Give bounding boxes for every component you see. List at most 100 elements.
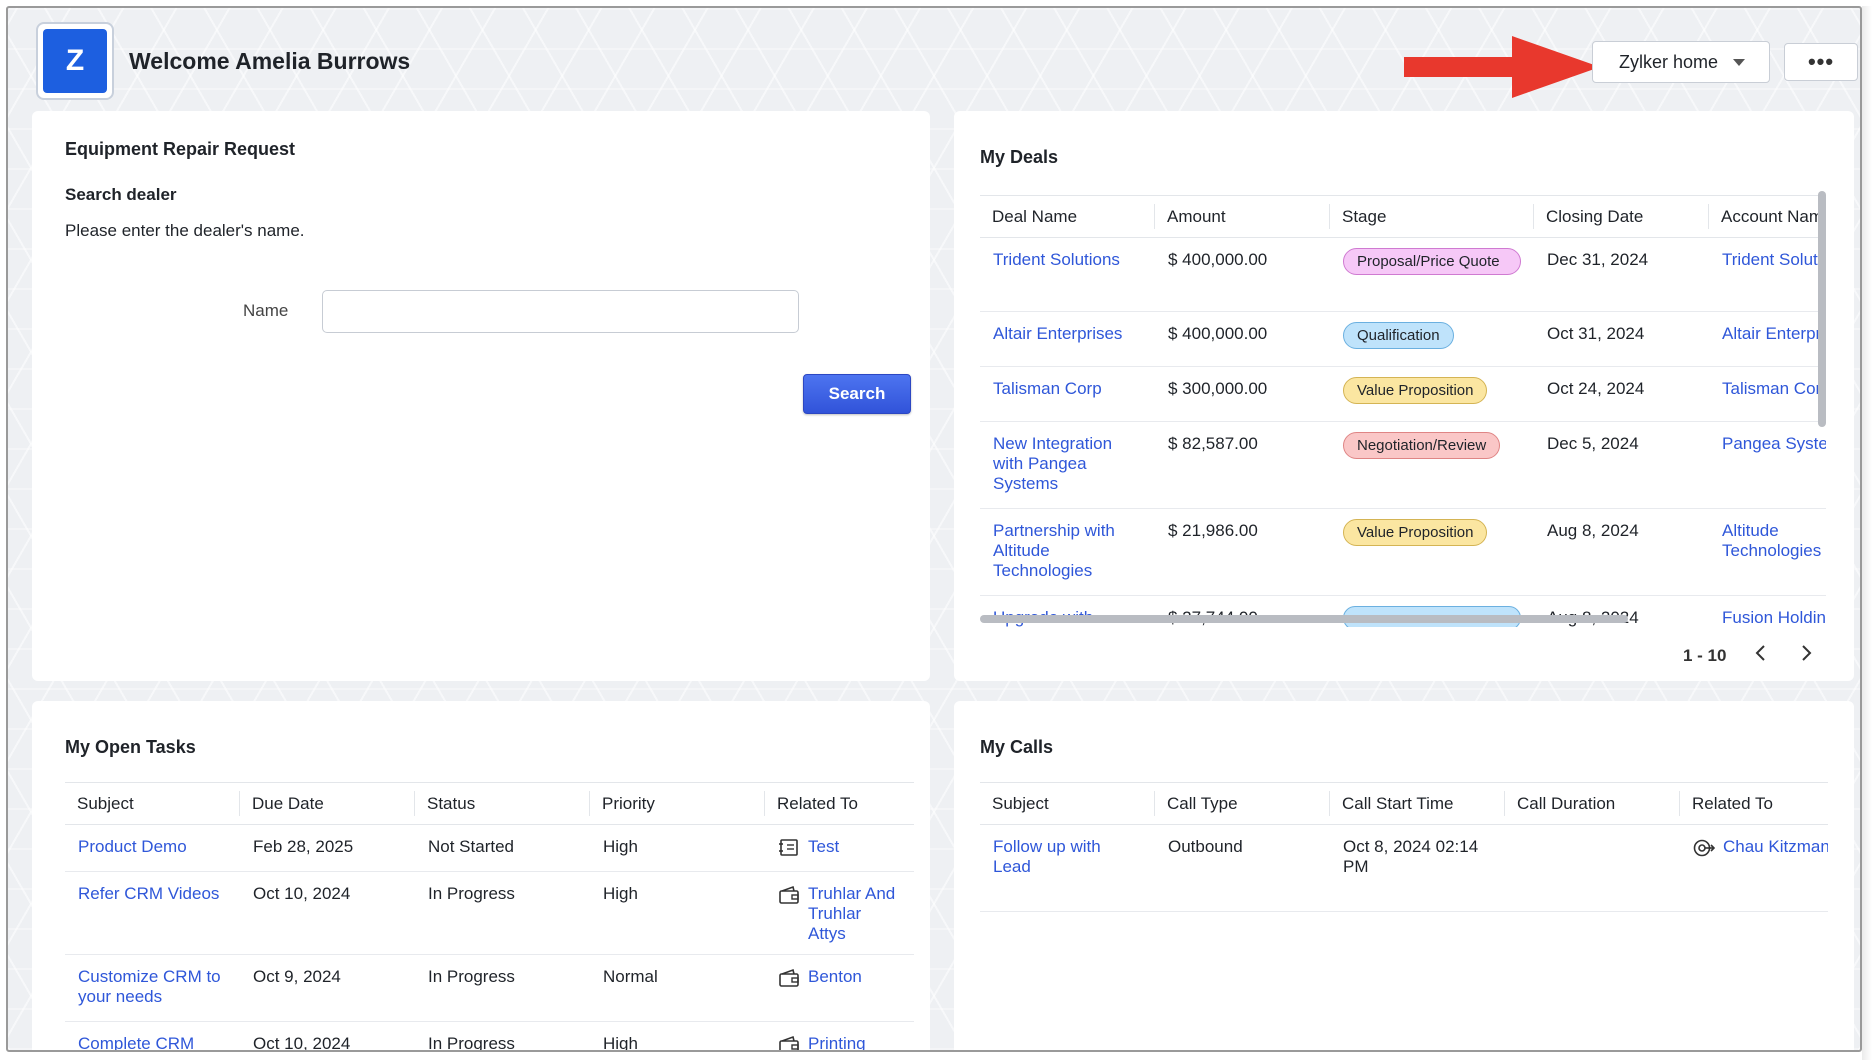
more-dots-icon: ••• [1807, 49, 1835, 74]
task-due-date: Oct 9, 2024 [240, 954, 415, 1022]
column-header[interactable]: Status [415, 782, 590, 825]
deals-table: Deal Name Amount Stage Closing Date Acco… [980, 195, 1826, 627]
red-arrow-annotation [1404, 36, 1600, 98]
deal-name-link[interactable]: Partnership with Altitude Technologies [993, 521, 1115, 580]
column-header[interactable]: Priority [590, 782, 765, 825]
task-subject-link[interactable]: Product Demo [78, 837, 187, 856]
deals-vertical-scrollbar[interactable] [1818, 191, 1826, 427]
account-name-link[interactable]: Altair Enterprises [1722, 324, 1826, 343]
task-status: In Progress [415, 871, 590, 955]
deals-header-row: Deal Name Amount Stage Closing Date Acco… [980, 195, 1826, 238]
window-edge-shadow [1862, 6, 1872, 1060]
task-due-date: Feb 28, 2025 [240, 824, 415, 872]
account-name-link[interactable]: Pangea Systems [1722, 434, 1826, 453]
next-page-icon[interactable] [1794, 641, 1818, 665]
deals-horizontal-scrollbar[interactable] [980, 615, 1628, 623]
column-header[interactable]: Call Type [1155, 782, 1330, 825]
my-deals-card: My Deals Deal Name Amount Stage Closing … [954, 111, 1854, 681]
contact-card-icon [779, 839, 798, 856]
column-header[interactable]: Closing Date [1534, 195, 1709, 238]
deal-amount: $ 21,986.00 [1155, 508, 1330, 596]
calls-header-row: Subject Call Type Call Start Time Call D… [980, 782, 1828, 825]
column-header[interactable]: Deal Name [980, 195, 1155, 238]
call-start-time: Oct 8, 2024 02:14 PM [1330, 824, 1505, 912]
account-name-link[interactable]: Trident Solutions [1722, 250, 1826, 269]
task-due-date: Oct 10, 2024 [240, 871, 415, 955]
calls-table-viewport: Subject Call Type Call Start Time Call D… [980, 782, 1828, 912]
account-name-link[interactable]: Fusion Holdings [1722, 608, 1826, 627]
deal-closing-date: Aug 8, 2024 [1534, 508, 1709, 596]
wallet-icon [779, 968, 799, 987]
welcome-title: Welcome Amelia Burrows [129, 48, 411, 74]
column-header[interactable]: Account Name [1709, 195, 1826, 238]
related-to-link[interactable]: Truhlar And Truhlar Attys [808, 884, 902, 944]
my-calls-card: My Calls Subject Call Type Call Start Ti… [954, 701, 1854, 1050]
tasks-header-row: Subject Due Date Status Priority Related… [65, 782, 914, 825]
table-row: Customize CRM to your needs Oct 9, 2024 … [65, 954, 914, 1022]
task-status: In Progress [415, 1021, 590, 1050]
deal-name-link[interactable]: Altair Enterprises [993, 324, 1122, 343]
account-name-link[interactable]: Talisman Corp [1722, 379, 1826, 398]
stage-badge: Value Proposition [1343, 519, 1488, 546]
deals-table-viewport[interactable]: Deal Name Amount Stage Closing Date Acco… [980, 195, 1826, 627]
task-priority: High [590, 871, 765, 955]
column-header[interactable]: Due Date [240, 782, 415, 825]
task-status: In Progress [415, 954, 590, 1022]
wallet-icon [779, 885, 799, 904]
column-header[interactable]: Subject [980, 782, 1155, 825]
call-duration [1505, 824, 1680, 912]
task-subject-link[interactable]: Customize CRM to your needs [78, 967, 221, 1006]
lead-icon [1693, 839, 1715, 857]
deal-closing-date: Dec 31, 2024 [1534, 237, 1709, 312]
deal-closing-date: Oct 31, 2024 [1534, 311, 1709, 367]
chevron-down-icon [1733, 59, 1745, 66]
task-subject-link[interactable]: Complete CRM Getting Started [78, 1034, 194, 1050]
deal-closing-date: Oct 24, 2024 [1534, 366, 1709, 422]
logo-letter: Z [43, 29, 107, 93]
table-row: Follow up with Lead Outbound Oct 8, 2024… [980, 824, 1828, 912]
deal-amount: $ 82,587.00 [1155, 421, 1330, 509]
task-status: Not Started [415, 824, 590, 872]
task-priority: Normal [590, 954, 765, 1022]
repair-card-title: Equipment Repair Request [65, 139, 296, 159]
home-page-select[interactable]: Zylker home [1592, 41, 1770, 83]
related-to-link[interactable]: Chau Kitzman [1723, 837, 1828, 858]
account-name-link[interactable]: Altitude Technologies [1722, 521, 1821, 560]
column-header[interactable]: Subject [65, 782, 240, 825]
previous-page-icon[interactable] [1749, 641, 1773, 665]
task-due-date: Oct 10, 2024 [240, 1021, 415, 1050]
stage-badge: Value Proposition [1343, 377, 1488, 404]
deal-name-link[interactable]: Trident Solutions [993, 250, 1120, 269]
deal-amount: $ 300,000.00 [1155, 366, 1330, 422]
app-logo[interactable]: Z [36, 22, 114, 100]
deal-amount: $ 400,000.00 [1155, 311, 1330, 367]
search-button[interactable]: Search [803, 374, 911, 414]
dealer-name-input[interactable] [322, 290, 799, 333]
column-header[interactable]: Call Duration [1505, 782, 1680, 825]
column-header[interactable]: Stage [1330, 195, 1534, 238]
call-type: Outbound [1155, 824, 1330, 912]
more-options-button[interactable]: ••• [1784, 43, 1858, 81]
column-header[interactable]: Related To [765, 782, 914, 825]
dealer-instruction: Please enter the dealer's name. [65, 221, 305, 240]
deals-pagination-range: 1 - 10 [1683, 646, 1727, 665]
task-priority: High [590, 1021, 765, 1050]
equipment-repair-card: Equipment Repair Request Search dealer P… [32, 111, 930, 681]
related-to-link[interactable]: Test [808, 837, 839, 858]
table-row: Talisman Corp $ 300,000.00 Value Proposi… [980, 366, 1826, 422]
table-row: Product Demo Feb 28, 2025 Not Started Hi… [65, 824, 914, 872]
column-header[interactable]: Amount [1155, 195, 1330, 238]
deal-name-link[interactable]: Talisman Corp [993, 379, 1102, 398]
column-header[interactable]: Call Start Time [1330, 782, 1505, 825]
related-to-link[interactable]: Benton [808, 967, 862, 988]
column-header[interactable]: Related To [1680, 782, 1828, 825]
tasks-table: Subject Due Date Status Priority Related… [65, 782, 914, 1050]
deal-name-link[interactable]: New Integration with Pangea Systems [993, 434, 1112, 493]
stage-badge: Negotiation/Review [1343, 432, 1501, 459]
table-row: Altair Enterprises $ 400,000.00 Qualific… [980, 311, 1826, 367]
table-row: Trident Solutions $ 400,000.00 Proposal/… [980, 237, 1826, 312]
call-subject-link[interactable]: Follow up with Lead [993, 837, 1101, 876]
app-frame: Z Welcome Amelia Burrows Zylker home •••… [6, 6, 1862, 1052]
task-subject-link[interactable]: Refer CRM Videos [78, 884, 219, 903]
related-to-link[interactable]: Printing Dimensions [808, 1034, 902, 1050]
